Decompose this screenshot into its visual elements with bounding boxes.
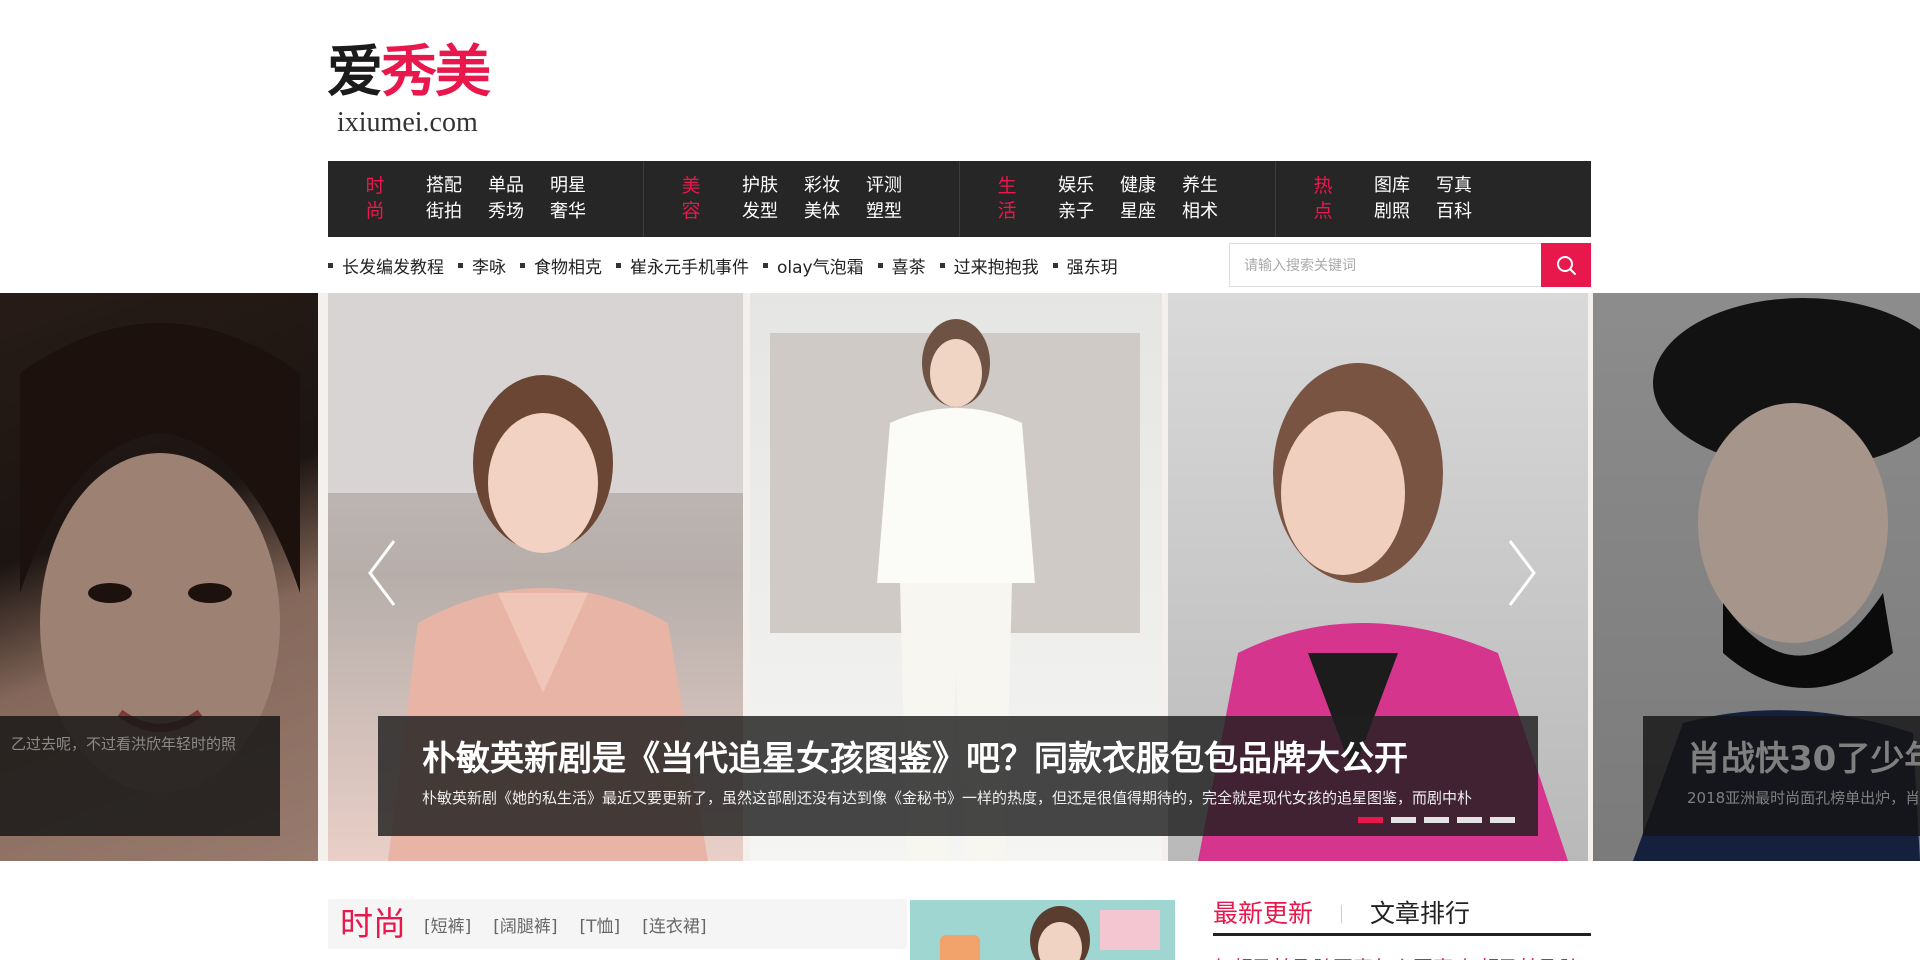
thumbnail-image <box>910 900 1175 960</box>
bullet-icon <box>520 262 525 268</box>
nav-link-meiti[interactable]: 美体 <box>804 200 840 224</box>
nav-link-hufu[interactable]: 护肤 <box>742 174 778 198</box>
feature-thumbnail[interactable] <box>910 900 1175 960</box>
logo-char-2: 秀 <box>381 39 437 105</box>
nav-link-shehua[interactable]: 奢华 <box>550 200 586 224</box>
section-tag[interactable]: [T恤] <box>580 912 621 937</box>
nav-link-juzhao[interactable]: 剧照 <box>1374 200 1410 224</box>
carousel-dot[interactable] <box>1391 817 1416 823</box>
hot-tag[interactable]: 李咏 <box>458 253 506 278</box>
fashion-section-header: 时尚 [短裤] [阔腿裤] [T恤] [连衣裙] <box>328 899 907 949</box>
logo-char-1: 爱 <box>327 39 383 105</box>
carousel-prev-arrow[interactable] <box>362 533 402 613</box>
banner-carousel: 乙过去呢，不过看洪欣年轻时的照 朴敏英新剧是《当代追星女孩图鉴》吧？同款衣服包包… <box>0 293 1920 861</box>
nav-link-xingzuo[interactable]: 星座 <box>1120 200 1156 224</box>
slide-title-next: 肖战快30了少年 <box>1687 739 1920 779</box>
search-button[interactable] <box>1541 243 1591 287</box>
nav-group-life: 生活 娱乐 健康 养生 亲子 星座 相术 <box>960 161 1276 237</box>
slide-previous[interactable]: 乙过去呢，不过看洪欣年轻时的照 <box>0 293 318 861</box>
carousel-next-arrow[interactable] <box>1502 533 1542 613</box>
tab-divider <box>1341 904 1343 923</box>
nav-link-pingce[interactable]: 评测 <box>866 174 902 198</box>
section-title[interactable]: 时尚 <box>340 899 406 949</box>
nav-link-jiankang[interactable]: 健康 <box>1120 174 1156 198</box>
nav-group-hot: 热点 图库 写真 剧照 百科 <box>1276 161 1591 237</box>
logo-char-3: 美 <box>435 39 491 105</box>
nav-head-beauty[interactable]: 美容 <box>680 174 702 224</box>
hot-tags: 长发编发教程 李咏 食物相克 崔永元手机事件 olay气泡霜 喜茶 过来抱抱我 … <box>328 250 1132 280</box>
slide-caption-previous: 乙过去呢，不过看洪欣年轻时的照 <box>0 716 280 836</box>
hot-tag[interactable]: 崔永元手机事件 <box>616 253 749 278</box>
nav-link-faxing[interactable]: 发型 <box>742 200 778 224</box>
bullet-icon <box>458 262 463 268</box>
nav-group-fashion: 时尚 搭配 单品 明星 街拍 秀场 奢华 <box>328 161 644 237</box>
nav-link-suxing[interactable]: 塑型 <box>866 200 902 224</box>
nav-link-baike[interactable]: 百科 <box>1436 200 1472 224</box>
search-input[interactable] <box>1229 243 1541 287</box>
nav-link-mingxing[interactable]: 明星 <box>550 174 586 198</box>
main-nav: 时尚 搭配 单品 明星 街拍 秀场 奢华 美容 护肤 彩妆 评测 发型 美体 塑… <box>328 161 1591 237</box>
nav-link-danpin[interactable]: 单品 <box>488 174 524 198</box>
hot-tag[interactable]: 强东玥 <box>1052 253 1118 278</box>
section-tag[interactable]: [短裤] <box>424 912 471 937</box>
carousel-dots <box>1358 817 1515 823</box>
carousel-dot[interactable] <box>1424 817 1449 823</box>
portrait-image <box>20 323 300 793</box>
bullet-icon <box>1052 262 1058 268</box>
nav-link-xiangshu[interactable]: 相术 <box>1182 200 1218 224</box>
nav-link-qinzi[interactable]: 亲子 <box>1058 200 1094 224</box>
nav-head-fashion[interactable]: 时尚 <box>364 174 386 224</box>
nav-link-yangsheng[interactable]: 养生 <box>1182 174 1218 198</box>
nav-head-hot[interactable]: 热点 <box>1312 174 1334 224</box>
slide-description: 朴敏英新剧《她的私生活》最近又要更新了，虽然这部剧还没有达到像《金秘书》一样的热… <box>422 789 1473 807</box>
chevron-right-icon <box>1508 540 1536 606</box>
hot-tag[interactable]: 食物相克 <box>520 253 602 278</box>
slide-active[interactable]: 朴敏英新剧是《当代追星女孩图鉴》吧？同款衣服包包品牌大公开 朴敏英新剧《她的私生… <box>328 293 1591 861</box>
hot-tag[interactable]: 过来抱抱我 <box>939 253 1039 278</box>
search-icon <box>1557 256 1576 275</box>
sidebar-tabs: 最新更新 文章排行 <box>1213 894 1591 936</box>
bullet-icon <box>616 262 621 268</box>
site-logo[interactable]: 爱秀美 ixiumei.com <box>327 36 517 140</box>
bullet-icon <box>763 262 768 268</box>
bullet-icon <box>877 262 883 268</box>
nav-link-tuku[interactable]: 图库 <box>1374 174 1410 198</box>
bullet-icon <box>939 262 945 268</box>
portrait-image <box>1633 298 1920 861</box>
bullet-icon <box>328 262 333 268</box>
nav-link-yule[interactable]: 娱乐 <box>1058 174 1094 198</box>
chevron-left-icon <box>368 540 396 606</box>
tab-latest[interactable]: 最新更新 <box>1213 895 1313 933</box>
slide-title[interactable]: 朴敏英新剧是《当代追星女孩图鉴》吧？同款衣服包包品牌大公开 <box>422 732 1494 786</box>
hot-tag[interactable]: 喜茶 <box>877 253 926 278</box>
slide-caption-next: 肖战快30了少年 2018亚洲最时尚面孔榜单出炉，肖战 <box>1643 716 1920 836</box>
nav-link-caizhuang[interactable]: 彩妆 <box>804 174 840 198</box>
nav-group-beauty: 美容 护肤 彩妆 评测 发型 美体 塑型 <box>644 161 960 237</box>
section-tag[interactable]: [连衣裙] <box>642 912 706 937</box>
section-tag[interactable]: [阔腿裤] <box>493 912 557 937</box>
hot-tag[interactable]: olay气泡霜 <box>763 253 864 278</box>
nav-link-xiezhen[interactable]: 写真 <box>1436 174 1472 198</box>
carousel-dot[interactable] <box>1358 817 1383 823</box>
logo-domain: ixiumei.com <box>337 107 478 138</box>
tab-ranking[interactable]: 文章排行 <box>1370 895 1470 933</box>
carousel-dot[interactable] <box>1457 817 1482 823</box>
slide-next[interactable]: 肖战快30了少年 2018亚洲最时尚面孔榜单出炉，肖战 <box>1593 293 1920 861</box>
nav-head-life[interactable]: 生活 <box>996 174 1018 224</box>
hot-tag[interactable]: 长发编发教程 <box>328 253 444 278</box>
slide-desc-previous: 乙过去呢，不过看洪欣年轻时的照 <box>10 735 236 753</box>
nav-link-dapei[interactable]: 搭配 <box>426 174 462 198</box>
search-box <box>1229 243 1591 287</box>
latest-article-link[interactable]: 何超盈拍孕肚写真怎么回事 何超盈拍孕肚 <box>1213 952 1579 960</box>
nav-link-xiuchang[interactable]: 秀场 <box>488 200 524 224</box>
slide-desc-next: 2018亚洲最时尚面孔榜单出炉，肖战 <box>1687 789 1920 807</box>
nav-link-jiepai[interactable]: 街拍 <box>426 200 462 224</box>
carousel-dot[interactable] <box>1490 817 1515 823</box>
